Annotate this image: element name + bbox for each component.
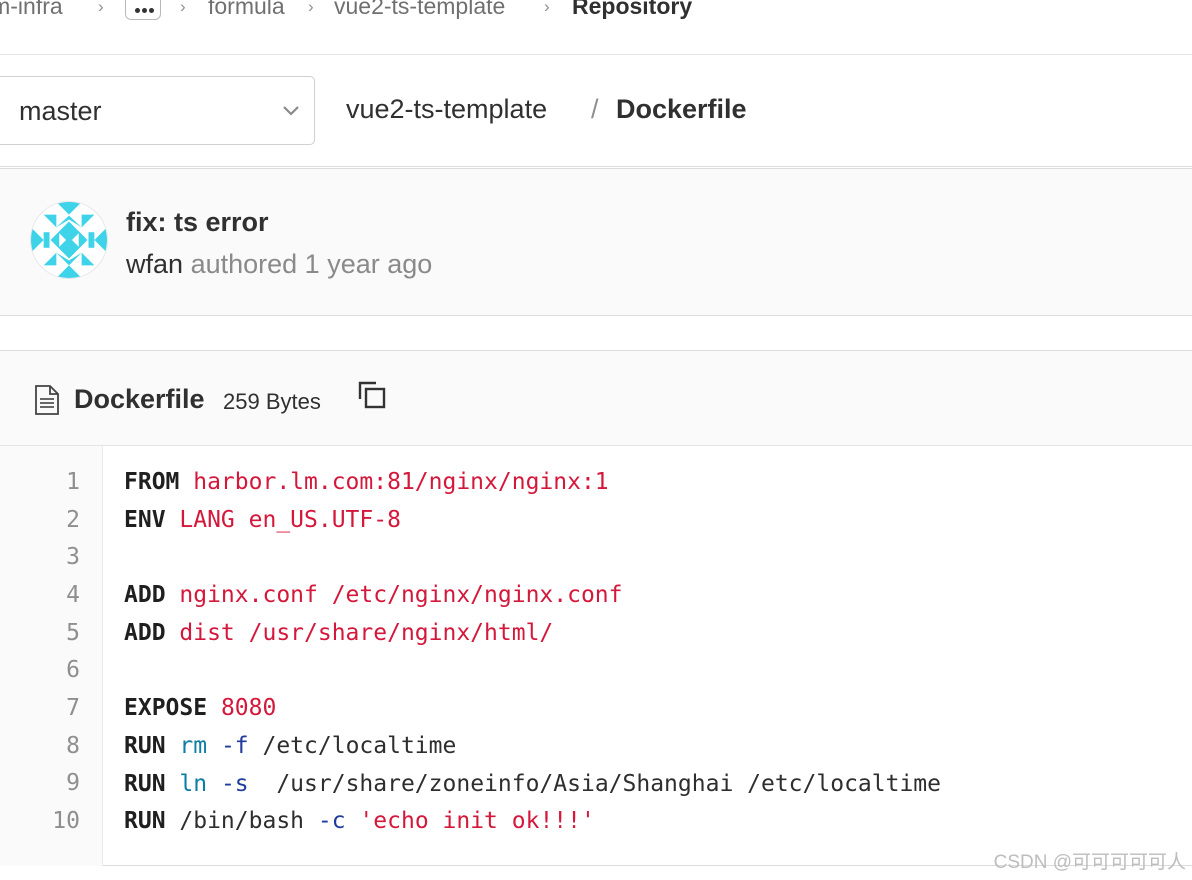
code-line: RUN /bin/bash -c 'echo init ok!!!'	[124, 807, 595, 835]
line-number[interactable]: 8	[66, 732, 80, 760]
code-flag: -c	[304, 808, 346, 834]
last-commit: fix: ts error wfan authored 1 year ago	[0, 168, 1192, 316]
code-keyword: RUN	[124, 733, 166, 759]
code-keyword: ADD	[124, 620, 166, 646]
code-flag: -s	[207, 771, 249, 797]
avatar[interactable]	[30, 201, 108, 279]
line-number[interactable]: 4	[66, 581, 80, 609]
code-argument: 8080	[207, 695, 277, 721]
code-command: rm	[165, 733, 208, 759]
code-command: ln	[165, 771, 208, 797]
commit-author-link[interactable]: wfan	[126, 249, 183, 279]
identicon	[31, 202, 107, 278]
file-header: Dockerfile 259 Bytes	[0, 351, 1192, 446]
line-number[interactable]: 5	[66, 619, 80, 647]
ellipsis-dot	[149, 8, 154, 13]
ellipsis-dot	[142, 8, 147, 13]
line-number[interactable]: 10	[52, 807, 80, 835]
commit-time: 1 year ago	[304, 249, 433, 279]
code-keyword: RUN	[124, 808, 166, 834]
file-size: 259 Bytes	[223, 389, 321, 414]
code-argument: nginx.conf /etc/nginx/nginx.conf	[165, 582, 623, 608]
breadcrumb-subgroup-link[interactable]: formula	[208, 0, 285, 20]
code-keyword: RUN	[124, 771, 166, 797]
code-argument: LANG en_US.UTF-8	[165, 507, 401, 533]
code-argument: dist /usr/share/nginx/html/	[165, 620, 554, 646]
code-keyword: ADD	[124, 582, 166, 608]
chevron-right-icon: ›	[308, 0, 314, 16]
breadcrumb-ellipsis-button[interactable]	[125, 0, 161, 20]
file-path-bar: master vue2-ts-template / Dockerfile	[0, 56, 1192, 167]
code-line: ADD dist /usr/share/nginx/html/	[124, 619, 553, 647]
line-number[interactable]: 3	[66, 543, 80, 571]
code-line: ADD nginx.conf /etc/nginx/nginx.conf	[124, 581, 623, 609]
copy-icon[interactable]	[356, 379, 388, 411]
file-holder: Dockerfile 259 Bytes 1 2 3 4 5 6 7 8 9 1…	[0, 350, 1192, 866]
watermark: CSDN @可可可可可人	[993, 852, 1186, 873]
line-number[interactable]: 6	[66, 656, 80, 684]
file-icon	[35, 385, 59, 415]
code-text: /etc/localtime	[248, 733, 457, 759]
code-line: FROM harbor.lm.com:81/nginx/nginx:1	[124, 468, 609, 496]
chevron-right-icon: ›	[544, 0, 550, 16]
commit-title-link[interactable]: fix: ts error	[126, 207, 269, 238]
code-string: 'echo init ok!!!'	[345, 808, 595, 834]
chevron-down-icon	[283, 106, 299, 116]
path-file-name: Dockerfile	[616, 94, 747, 124]
line-number[interactable]: 9	[66, 769, 80, 797]
code-keyword: ENV	[124, 507, 166, 533]
line-numbers-gutter: 1 2 3 4 5 6 7 8 9 10	[0, 446, 103, 866]
code-argument: harbor.lm.com:81/nginx/nginx:1	[179, 469, 609, 495]
breadcrumb: lm-infra › › formula › vue2-ts-template …	[0, 0, 1192, 55]
ellipsis-dot	[135, 8, 140, 13]
code-text: /usr/share/zoneinfo/Asia/Shanghai /etc/l…	[248, 771, 941, 797]
code-line: ENV LANG en_US.UTF-8	[124, 506, 401, 534]
code-line: RUN rm -f /etc/localtime	[124, 732, 456, 760]
breadcrumb-group-link[interactable]: lm-infra	[0, 0, 63, 20]
code-flag: -f	[207, 733, 249, 759]
line-number[interactable]: 7	[66, 694, 80, 722]
commit-meta: wfan authored 1 year ago	[126, 249, 432, 280]
branch-name: master	[19, 96, 102, 126]
code-line: RUN ln -s /usr/share/zoneinfo/Asia/Shang…	[124, 770, 941, 798]
code-text: /bin/bash	[165, 808, 305, 834]
file-title-name: Dockerfile	[74, 384, 205, 414]
commit-action: authored	[190, 249, 298, 279]
code-keyword: EXPOSE	[124, 695, 208, 721]
breadcrumb-project-link[interactable]: vue2-ts-template	[334, 0, 505, 20]
breadcrumb-current: Repository	[572, 0, 693, 19]
path-project-link[interactable]: vue2-ts-template	[346, 94, 547, 125]
path-separator: /	[591, 94, 599, 124]
chevron-right-icon: ›	[98, 0, 104, 16]
chevron-right-icon: ›	[180, 0, 186, 16]
line-number[interactable]: 2	[66, 506, 80, 534]
code-line: EXPOSE 8080	[124, 694, 276, 722]
branch-dropdown[interactable]: master	[0, 76, 315, 145]
code-keyword: FROM	[124, 469, 180, 495]
line-number[interactable]: 1	[66, 468, 80, 496]
